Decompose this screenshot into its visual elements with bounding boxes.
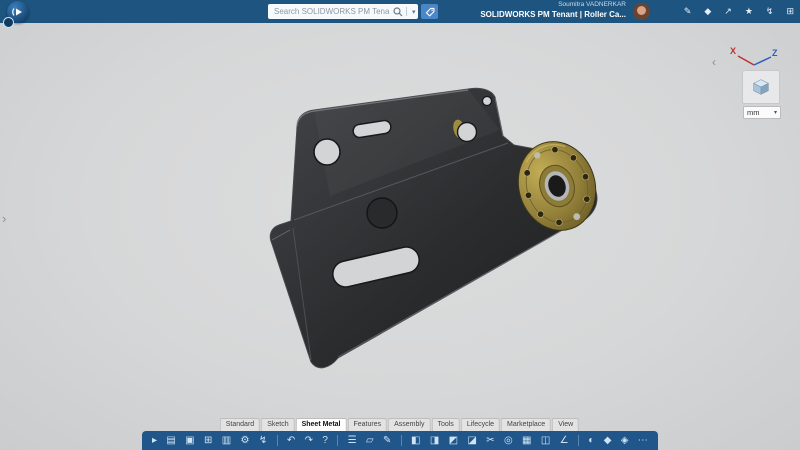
tab-lifecycle[interactable]: Lifecycle (461, 418, 500, 431)
appearance-icon[interactable]: ◆ (604, 436, 612, 446)
hem-icon[interactable]: ◪ (467, 436, 476, 446)
miter-flange-icon[interactable]: ◩ (449, 436, 458, 446)
tab-view[interactable]: View (552, 418, 579, 431)
toolbar-divider (401, 435, 402, 446)
view-cube-icon (750, 76, 772, 98)
panel-expand-icon[interactable]: › (2, 212, 6, 225)
more-icon[interactable]: ⋯ (638, 436, 648, 446)
select-icon[interactable]: ▸ (152, 436, 157, 446)
toolbar-divider (277, 435, 278, 446)
axis-z-label: Z (772, 48, 778, 58)
axis-triad[interactable]: X Z (722, 42, 784, 72)
tab-sheet-metal[interactable]: Sheet Metal (296, 418, 347, 431)
search-divider (406, 7, 407, 16)
section-icon[interactable]: ◐ (588, 436, 594, 446)
avatar[interactable] (633, 3, 650, 20)
favorites-icon[interactable]: ★ (745, 7, 753, 16)
header-actions: ✎ ◆ ↗ ★ ↯ ⊞ (684, 0, 794, 23)
undo-icon[interactable]: ↶ (287, 436, 295, 446)
tree-icon[interactable]: ☰ (348, 436, 357, 446)
base-flange-icon[interactable]: ◧ (411, 436, 420, 446)
tab-sketch[interactable]: Sketch (261, 418, 294, 431)
grid-icon[interactable]: ⊞ (204, 436, 212, 446)
edit-icon[interactable]: ✎ (684, 7, 692, 16)
user-name: Soumitra VADNERKAR (480, 2, 626, 9)
search-input[interactable] (268, 4, 390, 19)
cube-collapse-icon[interactable]: ‹ (712, 56, 716, 68)
tab-marketplace[interactable]: Marketplace (501, 418, 551, 431)
mirror-icon[interactable]: ◫ (541, 436, 550, 446)
clipboard-icon[interactable]: ▤ (166, 436, 175, 446)
tab-tools[interactable]: Tools (431, 418, 459, 431)
hole-icon[interactable]: ◎ (504, 436, 513, 446)
units-dropdown[interactable]: mm ▾ (743, 106, 781, 119)
settings-icon[interactable]: ⚙ (241, 436, 250, 446)
view-cube-widget[interactable] (742, 70, 780, 104)
breadcrumb[interactable]: SOLIDWORKS PM Tenant | Roller Ca... (480, 11, 626, 19)
cut-icon[interactable]: ✂ (486, 436, 494, 446)
action-toolbar: ▸ ▤ ▣ ⊞ ▥ ⚙ ↯ ↶ ↷ ? ☰ ▱ ✎ ◧ ◨ ◩ ◪ ✂ ◎ ▦ … (142, 431, 658, 450)
compass-icon[interactable]: ◆ (704, 7, 711, 16)
user-info: Soumitra VADNERKAR SOLIDWORKS PM Tenant … (480, 2, 626, 19)
axis-x-label: X (730, 46, 736, 56)
tab-assembly[interactable]: Assembly (388, 418, 430, 431)
play-badge[interactable] (3, 17, 14, 28)
app-window: 3DEXPERIENCE|SOLIDWORKSxSheetMetal▾ ▾ So… (0, 0, 800, 450)
tab-standard[interactable]: Standard (220, 418, 260, 431)
plane-icon[interactable]: ▱ (366, 436, 374, 446)
tag-icon (425, 7, 435, 17)
flash-tool-icon[interactable]: ↯ (259, 436, 267, 446)
search-icon[interactable] (393, 7, 403, 17)
sketch-icon[interactable]: ✎ (383, 436, 391, 446)
search-dropdown-icon[interactable]: ▾ (412, 8, 416, 16)
toolbar-divider (337, 435, 338, 446)
save-icon[interactable]: ▣ (185, 436, 194, 446)
avatar-face (637, 6, 646, 15)
print-icon[interactable]: ▥ (222, 436, 231, 446)
apps-grid-icon[interactable]: ⊞ (786, 7, 794, 16)
measure-icon[interactable]: ∠ (560, 436, 569, 446)
units-value: mm (747, 108, 760, 117)
flash-icon[interactable]: ↯ (766, 7, 774, 16)
tag-button[interactable] (421, 4, 438, 19)
share-icon[interactable]: ↗ (724, 7, 732, 16)
tab-features[interactable]: Features (348, 418, 388, 431)
search-bar[interactable]: ▾ (268, 4, 418, 19)
help-icon[interactable]: ? (322, 436, 328, 446)
view-cube-tool-icon[interactable]: ◈ (621, 436, 629, 446)
tabs-bar: Standard Sketch Sheet Metal Features Ass… (220, 418, 580, 431)
units-caret-icon: ▾ (774, 109, 777, 116)
toolbar-divider (578, 435, 579, 446)
pattern-icon[interactable]: ▦ (522, 436, 531, 446)
edge-flange-icon[interactable]: ◨ (430, 436, 439, 446)
compass-logo-icon (11, 5, 25, 19)
redo-icon[interactable]: ↷ (305, 436, 313, 446)
viewport-canvas[interactable] (0, 0, 800, 450)
